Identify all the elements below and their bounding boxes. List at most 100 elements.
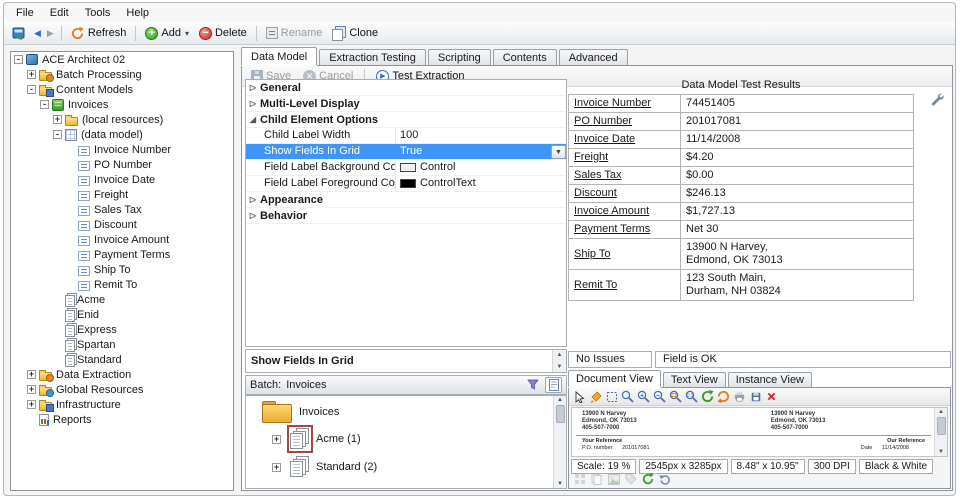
scroll-up-icon[interactable]: ▲	[938, 409, 944, 415]
property-child-label-width[interactable]: Child Label Width 100	[246, 128, 566, 144]
tree-item-express[interactable]: Express	[11, 322, 233, 337]
property-value[interactable]: True ▼	[396, 144, 566, 159]
tree-item-spartan[interactable]: Spartan	[11, 337, 233, 352]
tree-item-invoice-amount[interactable]: Invoice Amount	[11, 232, 233, 247]
property-category-appearance[interactable]: ▷ Appearance	[246, 192, 566, 208]
expand-box-icon[interactable]: +	[53, 115, 62, 124]
rotate-icon[interactable]	[717, 390, 730, 403]
tree-item-discount[interactable]: Discount	[11, 217, 233, 232]
result-field-link[interactable]: Invoice Amount	[568, 202, 681, 221]
description-scrollbar[interactable]: ▲ ▼	[552, 350, 566, 372]
collapse-box-icon[interactable]: -	[14, 55, 23, 64]
tree-item-freight[interactable]: Freight	[11, 187, 233, 202]
refresh-view-icon[interactable]	[701, 390, 714, 403]
tools-wrench-icon[interactable]	[930, 92, 944, 106]
collapse-box-icon[interactable]: -	[40, 100, 49, 109]
batch-item-standard-2[interactable]: + Standard (2)	[246, 453, 566, 481]
property-category-multi-level-display[interactable]: ▷ Multi-Level Display	[246, 96, 566, 112]
tree-item-ace-architect-02[interactable]: - ACE Architect 02	[11, 52, 233, 67]
tab-data-model[interactable]: Data Model	[241, 47, 318, 65]
scroll-down-icon[interactable]: ▼	[557, 364, 563, 370]
scroll-down-icon[interactable]: ▼	[938, 449, 944, 455]
tree-item-standard[interactable]: Standard	[11, 352, 233, 367]
tree-item-po-number[interactable]: PO Number	[11, 157, 233, 172]
scroll-up-icon[interactable]: ▲	[557, 397, 563, 403]
pages-icon[interactable]	[590, 473, 603, 486]
collapse-box-icon[interactable]: -	[27, 85, 36, 94]
batch-value[interactable]: Invoices	[286, 379, 521, 391]
print-icon[interactable]	[733, 390, 746, 403]
batch-item-acme-1[interactable]: + Acme (1)	[246, 425, 566, 453]
property-category-general[interactable]: ▷ General	[246, 80, 566, 96]
preview-scrollbar[interactable]: ▲ ▼	[934, 408, 947, 456]
tree-item-enid[interactable]: Enid	[11, 307, 233, 322]
tree-item-local-resources[interactable]: + (local resources)	[11, 112, 233, 127]
property-field-label-background-color[interactable]: Field Label Background Color Control	[246, 160, 566, 176]
back-button[interactable]: ◀	[32, 28, 43, 39]
expand-box-icon[interactable]: +	[27, 370, 36, 379]
tree-item-payment-terms[interactable]: Payment Terms	[11, 247, 233, 262]
menu-item-tools[interactable]: Tools	[77, 5, 119, 21]
document-preview[interactable]: 13900 N Harvey Edmond, OK 73013 405-507-…	[571, 407, 948, 457]
tree-item-data-model[interactable]: - (data model)	[11, 127, 233, 142]
tree-item-content-models[interactable]: - Content Models	[11, 82, 233, 97]
viewer-tab-document-view[interactable]: Document View	[568, 370, 661, 387]
tree-item-invoice-date[interactable]: Invoice Date	[11, 172, 233, 187]
pointer-icon[interactable]	[573, 390, 586, 403]
export-save-icon[interactable]	[749, 390, 762, 403]
scroll-up-icon[interactable]: ▲	[557, 352, 563, 358]
dropdown-arrow-icon[interactable]: ▼	[551, 144, 566, 159]
tab-scripting[interactable]: Scripting	[427, 49, 491, 65]
menu-item-edit[interactable]: Edit	[42, 5, 77, 21]
property-value[interactable]: 100	[396, 128, 566, 143]
property-show-fields-in-grid[interactable]: Show Fields In Grid True ▼	[246, 144, 566, 160]
image-icon[interactable]	[607, 473, 620, 486]
refresh-button[interactable]: Refresh	[67, 24, 131, 42]
undo-icon[interactable]	[658, 473, 671, 486]
connect-button[interactable]	[8, 24, 30, 42]
filter-icon[interactable]	[526, 378, 540, 392]
result-field-link[interactable]: PO Number	[568, 112, 681, 131]
zoom-fit-icon[interactable]: 1:1	[685, 390, 698, 403]
batch-document-button[interactable]	[545, 377, 562, 393]
expand-box-icon[interactable]: +	[27, 400, 36, 409]
close-view-icon[interactable]	[765, 390, 778, 403]
property-value[interactable]: Control	[396, 160, 566, 175]
tab-contents[interactable]: Contents	[492, 49, 557, 65]
tree-item-invoices[interactable]: - Invoices	[11, 97, 233, 112]
zoom-out-icon[interactable]: −	[653, 390, 666, 403]
tree-item-infrastructure[interactable]: + Infrastructure	[11, 397, 233, 412]
tab-advanced[interactable]: Advanced	[558, 49, 628, 65]
reload-page-icon[interactable]	[641, 473, 654, 486]
expand-box-icon[interactable]: +	[27, 70, 36, 79]
property-value[interactable]: ControlText	[396, 176, 566, 191]
select-region-icon[interactable]	[605, 390, 618, 403]
tree-item-global-resources[interactable]: + Global Resources	[11, 382, 233, 397]
result-field-link[interactable]: Invoice Date	[568, 130, 681, 149]
result-field-link[interactable]: Invoice Number	[568, 94, 681, 113]
zoom-icon[interactable]	[621, 390, 634, 403]
tree-item-acme[interactable]: Acme	[11, 292, 233, 307]
result-field-link[interactable]: Payment Terms	[568, 220, 681, 239]
viewer-tab-instance-view[interactable]: Instance View	[727, 372, 813, 387]
highlighter-icon[interactable]	[589, 390, 602, 403]
tab-extraction-testing[interactable]: Extraction Testing	[319, 49, 426, 65]
tree-item-remit-to[interactable]: Remit To	[11, 277, 233, 292]
property-category-behavior[interactable]: ▷ Behavior	[246, 208, 566, 224]
collapse-box-icon[interactable]: -	[53, 130, 62, 139]
thumbnails-icon[interactable]	[573, 473, 586, 486]
batch-root-item[interactable]: Invoices	[246, 396, 566, 425]
result-field-link[interactable]: Discount	[568, 184, 681, 203]
scroll-down-icon[interactable]: ▼	[557, 481, 563, 487]
result-field-link[interactable]: Remit To	[568, 269, 681, 301]
delete-button[interactable]: − Delete	[195, 25, 251, 42]
property-category-child-element-options[interactable]: ◢ Child Element Options	[246, 112, 566, 128]
tree-item-batch-processing[interactable]: + Batch Processing	[11, 67, 233, 82]
tree-item-ship-to[interactable]: Ship To	[11, 262, 233, 277]
rename-button[interactable]: Rename	[262, 25, 327, 41]
result-field-link[interactable]: Ship To	[568, 238, 681, 270]
menu-item-file[interactable]: File	[8, 5, 42, 21]
scroll-thumb[interactable]	[555, 405, 565, 423]
property-field-label-foreground-color[interactable]: Field Label Foreground Color ControlText	[246, 176, 566, 192]
clone-button[interactable]: Clone	[328, 24, 382, 43]
